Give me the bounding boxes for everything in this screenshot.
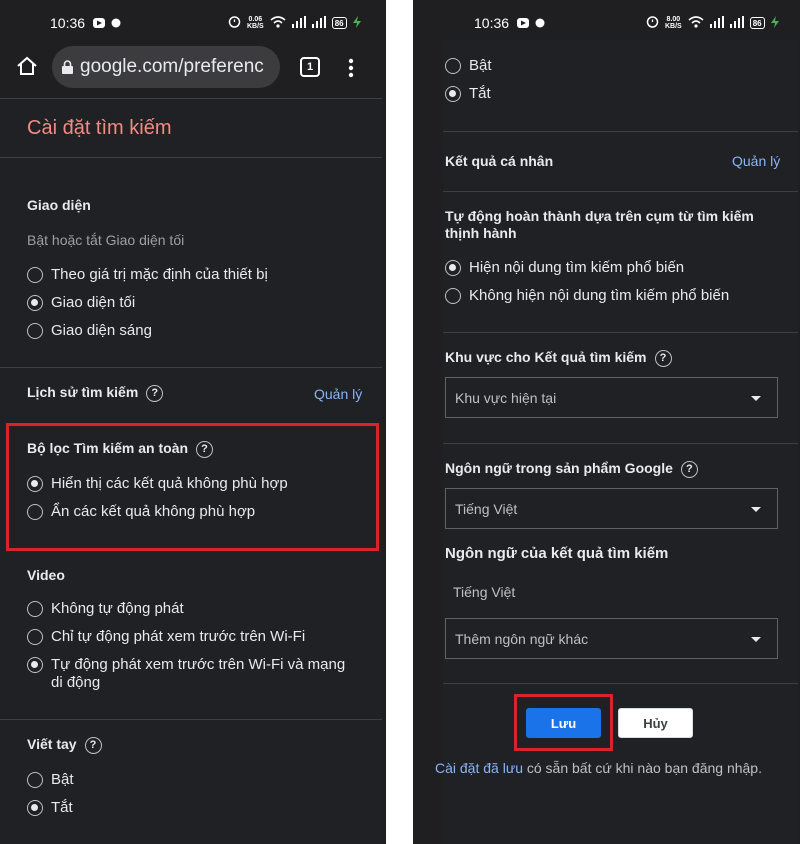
appearance-description: Bật hoặc tắt Giao diện tối <box>27 232 185 248</box>
url-text: google.com/preferenc <box>80 56 264 77</box>
radio-button-selected[interactable] <box>27 800 43 816</box>
clock: 10:36 <box>474 15 510 31</box>
signal-icon <box>709 15 724 31</box>
battery-icon: 86 <box>331 17 347 29</box>
browser-toolbar: google.com/preferenc 1 <box>0 46 386 96</box>
radio-autocomplete-hide[interactable]: Không hiện nội dung tìm kiếm phổ biến <box>445 287 729 305</box>
history-manage-link[interactable]: Quản lý <box>314 386 362 402</box>
dropdown-arrow-icon <box>751 637 761 642</box>
product-language-title: Ngôn ngữ trong sản phẩm Google? <box>445 460 698 478</box>
address-bar[interactable]: google.com/preferenc <box>52 46 280 88</box>
settings-page: Cài đặt tìm kiếm Giao diện Bật hoặc tắt … <box>0 98 382 844</box>
divider <box>0 719 382 720</box>
handwriting-title: Viết tay? <box>27 736 102 754</box>
radio-button-selected[interactable] <box>445 86 461 102</box>
radio-button[interactable] <box>27 267 43 283</box>
history-title: Lịch sử tìm kiếm? <box>27 384 164 402</box>
radio-button[interactable] <box>445 58 461 74</box>
radio-theme-device[interactable]: Theo giá trị mặc định của thiết bị <box>27 266 268 284</box>
help-icon[interactable]: ? <box>146 384 164 402</box>
divider <box>443 683 798 684</box>
radio-handwriting-on[interactable]: Bật <box>445 57 492 75</box>
left-phone-screen: 10:36 0.06 KB/S 86 google.com/preferenc … <box>0 0 386 844</box>
notification-icon <box>516 17 530 29</box>
more-menu-icon[interactable] <box>348 58 354 83</box>
radio-theme-dark[interactable]: Giao diện tối <box>27 294 135 312</box>
divider <box>0 367 382 368</box>
results-language-current: Tiếng Việt <box>453 584 516 600</box>
divider <box>443 443 798 444</box>
video-title: Video <box>27 567 65 583</box>
page-title: Cài đặt tìm kiếm <box>27 117 172 139</box>
radio-autocomplete-show[interactable]: Hiện nội dung tìm kiếm phổ biến <box>445 259 684 277</box>
radio-safesearch-hide[interactable]: Ẩn các kết quả không phù hợp <box>27 503 255 521</box>
alarm-icon <box>646 15 659 31</box>
radio-button-selected[interactable] <box>27 657 43 673</box>
notification-icon <box>92 17 106 29</box>
right-phone-screen: 10:36 8.00 KB/S 86 Bật Tắt Kết quả cá nh… <box>413 0 800 844</box>
divider <box>443 191 798 192</box>
tab-switcher-button[interactable]: 1 <box>300 57 320 77</box>
divider <box>443 332 798 333</box>
radio-video-wifi[interactable]: Chỉ tự động phát xem trước trên Wi-Fi <box>27 628 305 646</box>
radio-button[interactable] <box>27 629 43 645</box>
radio-video-all[interactable]: Tự động phát xem trước trên Wi-Fi và mạn… <box>27 656 352 692</box>
region-title: Khu vực cho Kết quả tìm kiếm? <box>445 349 672 367</box>
status-bar: 10:36 0.06 KB/S 86 <box>0 0 386 46</box>
help-icon[interactable]: ? <box>654 349 672 367</box>
divider <box>0 157 382 158</box>
messenger-icon <box>535 18 545 28</box>
appearance-title: Giao diện <box>27 197 91 213</box>
radio-handwriting-on[interactable]: Bật <box>27 771 74 789</box>
divider <box>443 131 798 132</box>
help-icon[interactable]: ? <box>680 460 698 478</box>
personal-manage-link[interactable]: Quản lý <box>732 153 780 169</box>
radio-handwriting-off[interactable]: Tắt <box>27 799 73 817</box>
home-icon[interactable] <box>16 56 38 81</box>
radio-button[interactable] <box>27 504 43 520</box>
saved-settings-note: Cài đặt đã lưu có sẵn bất cứ khi nào bạn… <box>435 760 762 776</box>
signal-icon-2 <box>729 15 744 31</box>
product-language-select[interactable]: Tiếng Việt <box>445 488 778 529</box>
results-language-title: Ngôn ngữ của kết quả tìm kiếm <box>445 545 669 562</box>
radio-button[interactable] <box>27 772 43 788</box>
radio-button[interactable] <box>27 601 43 617</box>
radio-theme-light[interactable]: Giao diện sáng <box>27 322 152 340</box>
wifi-icon <box>270 15 286 31</box>
messenger-icon <box>111 18 121 28</box>
signal-icon <box>291 15 306 31</box>
alarm-icon <box>228 15 241 31</box>
charging-icon <box>352 15 361 31</box>
radio-video-off[interactable]: Không tự động phát <box>27 600 184 618</box>
cancel-button[interactable]: Hủy <box>618 708 693 738</box>
autocomplete-title: Tự động hoàn thành dựa trên cụm từ tìm k… <box>445 208 754 241</box>
save-button[interactable]: Lưu <box>526 708 601 738</box>
wifi-icon <box>688 15 704 31</box>
radio-button-selected[interactable] <box>445 260 461 276</box>
radio-button-selected[interactable] <box>27 295 43 311</box>
lock-icon <box>62 60 73 74</box>
region-select[interactable]: Khu vực hiện tại <box>445 377 778 418</box>
settings-page-scrolled: Bật Tắt Kết quả cá nhân Quản lý Tự động … <box>435 40 798 844</box>
clock: 10:36 <box>50 15 86 31</box>
net-speed: 0.06 KB/S <box>247 16 264 30</box>
signal-icon-2 <box>311 15 326 31</box>
radio-button-selected[interactable] <box>27 476 43 492</box>
net-speed: 8.00 KB/S <box>665 16 682 30</box>
radio-button[interactable] <box>445 288 461 304</box>
battery-icon: 86 <box>749 17 765 29</box>
personal-results-title: Kết quả cá nhân <box>445 153 554 169</box>
add-language-select[interactable]: Thêm ngôn ngữ khác <box>445 618 778 659</box>
dropdown-arrow-icon <box>751 507 761 512</box>
dropdown-arrow-icon <box>751 396 761 401</box>
radio-button[interactable] <box>27 323 43 339</box>
radio-safesearch-show[interactable]: Hiển thị các kết quả không phù hợp <box>27 475 288 493</box>
safesearch-title: Bộ lọc Tìm kiếm an toàn? <box>27 440 214 458</box>
radio-handwriting-off[interactable]: Tắt <box>445 85 491 103</box>
help-icon[interactable]: ? <box>84 736 102 754</box>
saved-settings-link[interactable]: Cài đặt đã lưu <box>435 760 523 776</box>
charging-icon <box>770 15 779 31</box>
help-icon[interactable]: ? <box>196 440 214 458</box>
